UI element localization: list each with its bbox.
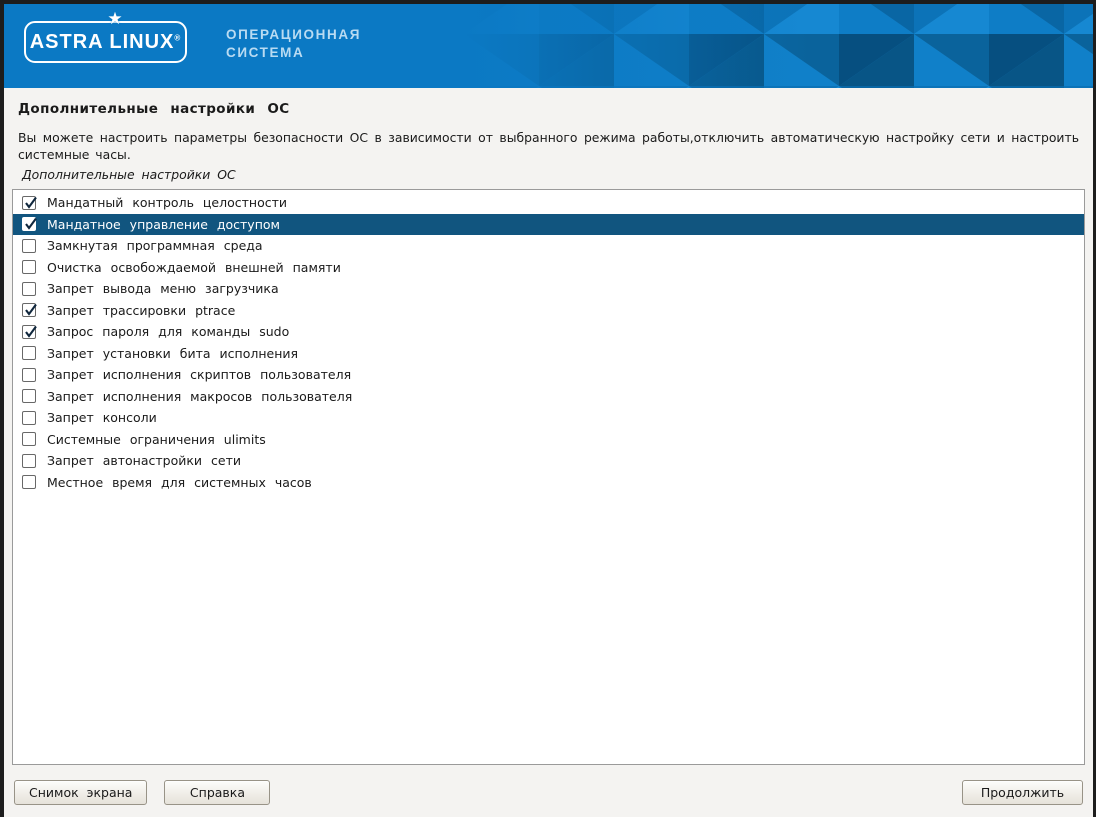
option-row[interactable]: Системные ограничения ulimits bbox=[13, 429, 1084, 451]
continue-button[interactable]: Продолжить bbox=[962, 780, 1083, 805]
registered-mark: ® bbox=[174, 33, 181, 42]
checkbox-checked-icon[interactable] bbox=[22, 303, 36, 317]
option-label: Запрет исполнения макросов пользователя bbox=[47, 389, 352, 404]
option-row[interactable]: Запрет консоли bbox=[13, 407, 1084, 429]
checkbox-unchecked-icon[interactable] bbox=[22, 432, 36, 446]
star-icon: ★ bbox=[107, 11, 122, 28]
option-label: Замкнутая программная среда bbox=[47, 238, 263, 253]
option-row[interactable]: Мандатное управление доступом bbox=[13, 214, 1084, 236]
option-label: Запрет исполнения скриптов пользователя bbox=[47, 367, 351, 382]
checkbox-unchecked-icon[interactable] bbox=[22, 282, 36, 296]
option-label: Местное время для системных часов bbox=[47, 475, 312, 490]
list-label: Дополнительные настройки ОС bbox=[22, 167, 1079, 182]
checkbox-unchecked-icon[interactable] bbox=[22, 454, 36, 468]
option-row[interactable]: Запрет трассировки ptrace bbox=[13, 300, 1084, 322]
brand-caption: ОПЕРАЦИОННАЯ СИСТЕМА bbox=[226, 26, 361, 62]
option-row[interactable]: Запрет установки бита исполнения bbox=[13, 343, 1084, 365]
option-label: Системные ограничения ulimits bbox=[47, 432, 266, 447]
option-label: Запрос пароля для команды sudo bbox=[47, 324, 289, 339]
option-row[interactable]: Запрет исполнения скриптов пользователя bbox=[13, 364, 1084, 386]
option-label: Запрет консоли bbox=[47, 410, 157, 425]
header-banner: ★ ASTRA LINUX® ОПЕРАЦИОННАЯ СИСТЕМА bbox=[4, 4, 1093, 88]
option-label: Очистка освобождаемой внешней памяти bbox=[47, 260, 341, 275]
option-row[interactable]: Запрет автонастройки сети bbox=[13, 450, 1084, 472]
option-row[interactable]: Запрет вывода меню загрузчика bbox=[13, 278, 1084, 300]
checkbox-checked-icon[interactable] bbox=[22, 217, 36, 231]
page-title: Дополнительные настройки ОС bbox=[18, 101, 1079, 117]
checkbox-unchecked-icon[interactable] bbox=[22, 475, 36, 489]
option-label: Запрет установки бита исполнения bbox=[47, 346, 298, 361]
option-label: Запрет вывода меню загрузчика bbox=[47, 281, 279, 296]
option-label: Мандатное управление доступом bbox=[47, 217, 280, 232]
screenshot-button[interactable]: Снимок экрана bbox=[14, 780, 147, 805]
brand-line1: ОПЕРАЦИОННАЯ bbox=[226, 26, 361, 44]
option-label: Запрет автонастройки сети bbox=[47, 453, 241, 468]
option-row[interactable]: Очистка освобождаемой внешней памяти bbox=[13, 257, 1084, 279]
checkbox-checked-icon[interactable] bbox=[22, 325, 36, 339]
checkbox-unchecked-icon[interactable] bbox=[22, 239, 36, 253]
option-row[interactable]: Местное время для системных часов bbox=[13, 472, 1084, 494]
help-button[interactable]: Справка bbox=[164, 780, 270, 805]
brand-line2: СИСТЕМА bbox=[226, 44, 361, 62]
checkbox-unchecked-icon[interactable] bbox=[22, 346, 36, 360]
checkbox-unchecked-icon[interactable] bbox=[22, 411, 36, 425]
footer-bar: Снимок экрана Справка Продолжить bbox=[4, 780, 1093, 805]
logo-text: ASTRA LINUX® bbox=[30, 31, 182, 54]
option-row[interactable]: Запрос пароля для команды sudo bbox=[13, 321, 1084, 343]
option-label: Мандатный контроль целостности bbox=[47, 195, 287, 210]
astra-linux-logo: ★ ASTRA LINUX® bbox=[24, 21, 187, 63]
checkbox-checked-icon[interactable] bbox=[22, 196, 36, 210]
checkbox-unchecked-icon[interactable] bbox=[22, 260, 36, 274]
option-row[interactable]: Запрет исполнения макросов пользователя bbox=[13, 386, 1084, 408]
option-label: Запрет трассировки ptrace bbox=[47, 303, 235, 318]
option-row[interactable]: Мандатный контроль целостности bbox=[13, 192, 1084, 214]
installer-window: ★ ASTRA LINUX® ОПЕРАЦИОННАЯ СИСТЕМА Допо… bbox=[0, 0, 1096, 817]
options-listbox[interactable]: Мандатный контроль целостности Мандатное … bbox=[12, 189, 1085, 765]
option-row[interactable]: Замкнутая программная среда bbox=[13, 235, 1084, 257]
content-area: Дополнительные настройки ОС Вы можете на… bbox=[4, 101, 1093, 182]
checkbox-unchecked-icon[interactable] bbox=[22, 368, 36, 382]
page-description: Вы можете настроить параметры безопаснос… bbox=[18, 129, 1079, 163]
checkbox-unchecked-icon[interactable] bbox=[22, 389, 36, 403]
